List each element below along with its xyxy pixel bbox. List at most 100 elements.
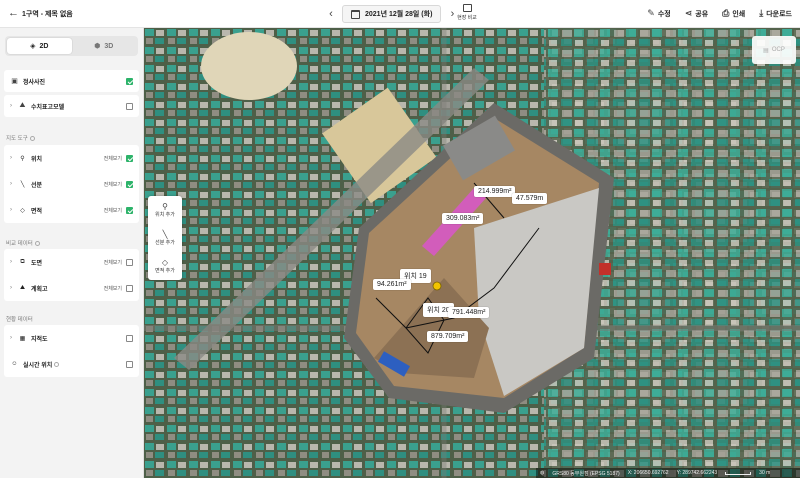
section-map-tools: 지도 도구 — [6, 134, 35, 142]
line-icon: ╲ — [162, 230, 168, 239]
compare-row-plan-height[interactable]: › ⛰ 계획고 전체보기 — [4, 275, 139, 301]
print-icon: ⎙ — [722, 8, 730, 18]
date-navigator: ‹ 2021년 12월 28일 (화) › — [326, 4, 457, 24]
section-compare-data: 비교 데이터 — [6, 239, 40, 247]
line-icon: ╲ — [20, 181, 25, 188]
annotation-area[interactable]: 94.261m² — [373, 279, 411, 290]
compare-label: 현장 비교 — [457, 15, 477, 21]
view-all-link[interactable]: 전체보기 — [104, 259, 122, 266]
layers-icon: ▤ — [763, 47, 769, 54]
view-all-link[interactable]: 전체보기 — [104, 155, 122, 162]
drawing-icon: ⧉ — [20, 258, 25, 265]
date-picker[interactable]: 2021년 12월 28일 (화) — [342, 5, 442, 23]
view-2d-button[interactable]: ◈ 2D — [7, 38, 72, 54]
document-title[interactable]: 1구역 - 제목 없음 — [22, 9, 73, 19]
add-area-label: 면적 추가 — [155, 268, 175, 274]
layers-icon: ◈ — [30, 43, 36, 50]
layer-ortho[interactable]: ▣ 정사사진 — [4, 70, 139, 92]
pin-icon: ⚲ — [20, 155, 25, 162]
annotation-distance[interactable]: 47.579m — [512, 193, 548, 204]
back-arrow-icon[interactable]: ← — [8, 8, 19, 19]
share-label: 공유 — [695, 10, 709, 18]
annotation-area[interactable]: 791.448m² — [448, 307, 490, 318]
chevron-right-icon[interactable]: › — [10, 207, 18, 213]
view-all-link[interactable]: 전체보기 — [104, 285, 122, 292]
annotation-area[interactable]: 214.999m² — [474, 186, 516, 197]
globe-icon: ◍ — [540, 470, 545, 476]
tool-row-line[interactable]: › ╲ 선분 전체보기 — [4, 171, 139, 197]
section-compare-label: 비교 데이터 — [6, 241, 33, 247]
date-label: 2021년 12월 28일 (화) — [365, 11, 433, 18]
top-bar: ← 1구역 - 제목 없음 ‹ 2021년 12월 28일 (화) › 현장 비… — [0, 0, 800, 28]
tool-row-area[interactable]: › ◇ 면적 전체보기 — [4, 197, 139, 223]
annotation-area[interactable]: 309.083m² — [442, 213, 484, 224]
calendar-icon — [351, 9, 360, 19]
section-site-label: 현황 데이터 — [6, 317, 33, 323]
action-bar: ✎ 수정 ⋖ 공유 ⎙ 인쇄 ⤓ 다운로드 — [647, 8, 792, 19]
compare-drawing-label: 도면 — [31, 260, 43, 267]
polygon-icon: ◇ — [20, 207, 25, 214]
chevron-right-icon[interactable]: › — [10, 155, 18, 161]
layer-ortho-checkbox[interactable] — [126, 77, 133, 85]
tool-row-location[interactable]: › ⚲ 위치 전체보기 — [4, 145, 139, 171]
compare-plan-checkbox[interactable] — [126, 284, 133, 292]
compare-plan-label: 계획고 — [31, 286, 48, 293]
print-button[interactable]: ⎙ 인쇄 — [722, 8, 745, 19]
ocp-button[interactable]: ▤ OCP — [752, 36, 796, 64]
compare-icon — [462, 4, 472, 12]
add-line-button[interactable]: ╲ 선분 추가 — [148, 224, 182, 252]
layer-elevation-checkbox[interactable] — [126, 102, 133, 110]
crs-label: GRS80 동부원점 (EPSG 5187) — [552, 470, 620, 477]
chevron-right-icon[interactable]: › — [10, 335, 18, 341]
tool-location-checkbox[interactable] — [126, 154, 133, 162]
prev-date-icon[interactable]: ‹ — [326, 8, 336, 20]
chevron-right-icon[interactable]: › — [10, 181, 18, 187]
person-icon: ☺ — [11, 361, 18, 367]
tool-location-label: 위치 — [31, 156, 43, 163]
y-coordinate: Y: 289742.662243 — [676, 470, 718, 476]
terrain-icon: ⛰ — [19, 284, 26, 291]
chevron-right-icon[interactable]: › — [10, 103, 18, 109]
satellite-map[interactable]: 214.999m² 47.579m 309.083m² 위치 19 94.261… — [144, 28, 800, 478]
tool-line-checkbox[interactable] — [126, 180, 133, 188]
map-tools-group: › ⚲ 위치 전체보기 › ╲ 선분 전체보기 › ◇ 면적 전체보기 — [4, 145, 139, 223]
layer-elevation[interactable]: › ⛰ 수치표고모델 — [4, 95, 139, 117]
site-cadastral-label: 지적도 — [31, 336, 48, 343]
site-realtime-text: 실시간 위치 — [23, 362, 53, 369]
site-row-realtime[interactable]: ☺ 실시간 위치 — [4, 351, 139, 377]
chevron-right-icon[interactable]: › — [10, 259, 18, 265]
view-all-link[interactable]: 전체보기 — [104, 207, 122, 214]
download-icon: ⤓ — [759, 8, 764, 18]
add-location-button[interactable]: ⚲ 위치 추가 — [148, 196, 182, 224]
add-area-button[interactable]: ◇ 면적 추가 — [148, 252, 182, 280]
compare-drawing-checkbox[interactable] — [126, 258, 133, 266]
chevron-right-icon[interactable]: › — [10, 285, 18, 291]
share-button[interactable]: ⋖ 공유 — [685, 8, 708, 19]
add-line-label: 선분 추가 — [155, 240, 175, 246]
help-icon[interactable] — [34, 241, 40, 247]
scale-label: 30 m — [759, 470, 771, 476]
cadastral-icon: ▦ — [19, 335, 26, 342]
view-all-link[interactable]: 전체보기 — [104, 181, 122, 188]
compare-data-group: › ⧉ 도면 전체보기 › ⛰ 계획고 전체보기 — [4, 249, 139, 301]
site-realtime-checkbox[interactable] — [126, 360, 133, 368]
terrain-icon: ⛰ — [19, 102, 26, 109]
add-location-label: 위치 추가 — [155, 212, 175, 218]
compare-row-drawing[interactable]: › ⧉ 도면 전체보기 — [4, 249, 139, 275]
view-3d-button[interactable]: ⬢ 3D — [72, 38, 137, 54]
polygon-icon: ◇ — [161, 258, 169, 267]
help-icon[interactable] — [54, 362, 60, 368]
download-button[interactable]: ⤓ 다운로드 — [759, 8, 792, 19]
help-icon[interactable] — [29, 136, 35, 142]
scale-bar — [725, 471, 752, 475]
site-cadastral-checkbox[interactable] — [126, 334, 133, 342]
pencil-icon: ✎ — [647, 8, 655, 18]
tool-area-checkbox[interactable] — [126, 206, 133, 214]
edit-button[interactable]: ✎ 수정 — [647, 8, 670, 19]
annotation-area[interactable]: 879.709m² — [427, 331, 469, 342]
view-mode-toggle: ◈ 2D ⬢ 3D — [5, 36, 138, 56]
site-row-cadastral[interactable]: › ▦ 지적도 — [4, 325, 139, 351]
layer-ortho-label: 정사사진 — [23, 79, 46, 86]
site-compare-button[interactable]: 현장 비교 — [455, 4, 479, 21]
image-icon: ▣ — [11, 78, 18, 85]
